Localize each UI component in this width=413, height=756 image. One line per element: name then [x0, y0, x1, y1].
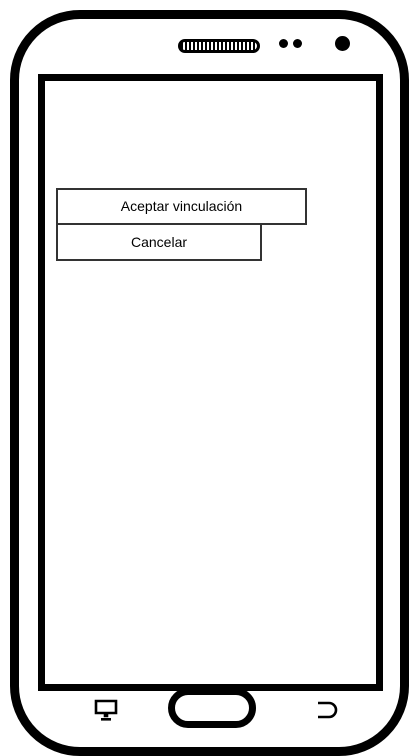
front-camera-icon: [335, 36, 350, 51]
speaker-grille-icon: [178, 39, 260, 53]
recent-apps-icon[interactable]: [93, 697, 119, 723]
back-icon[interactable]: [313, 700, 339, 720]
accept-pairing-button[interactable]: Aceptar vinculación: [56, 188, 307, 225]
home-button[interactable]: [168, 688, 256, 728]
light-sensor-icon: [293, 39, 302, 48]
cancel-button[interactable]: Cancelar: [56, 223, 262, 261]
proximity-sensor-icon: [279, 39, 288, 48]
phone-screen: [38, 74, 383, 691]
